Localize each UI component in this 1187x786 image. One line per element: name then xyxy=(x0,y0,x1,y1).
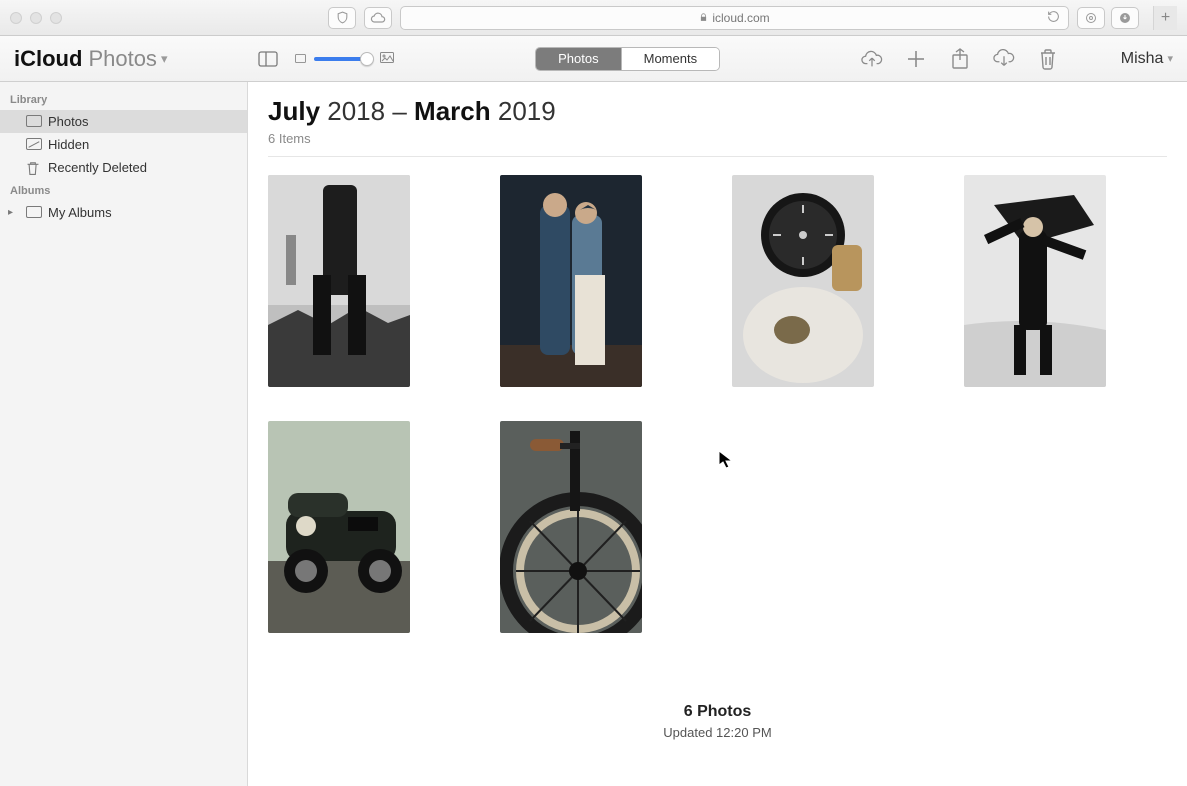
range-separator: – xyxy=(392,96,406,126)
zoom-small-icon xyxy=(295,52,306,66)
view-segmented-control: Photos Moments xyxy=(535,47,720,71)
disclosure-triangle-icon[interactable]: ▸ xyxy=(8,207,13,218)
chevron-down-icon: ▾ xyxy=(1167,52,1173,65)
photo-grid xyxy=(268,175,1167,633)
zoom-track[interactable] xyxy=(314,57,372,61)
trash-icon xyxy=(26,161,42,175)
brand-photos: Photos xyxy=(88,46,157,72)
updated-timestamp: Updated 12:20 PM xyxy=(268,725,1167,740)
album-rect-icon xyxy=(26,206,42,220)
window-zoom-button[interactable] xyxy=(50,12,62,24)
content-area: July 2018 – March 2019 6 Items xyxy=(248,82,1187,786)
account-menu[interactable]: Misha ▾ xyxy=(1121,50,1173,68)
end-year: 2019 xyxy=(498,96,556,126)
icloud-status-button[interactable] xyxy=(364,7,392,29)
thumbnail-zoom-slider[interactable] xyxy=(295,52,394,66)
share-button[interactable] xyxy=(949,48,971,70)
photo-thumbnail[interactable] xyxy=(500,421,642,633)
sidebar-item-label: My Albums xyxy=(48,205,112,220)
zoom-large-icon xyxy=(380,52,394,66)
sidebar-section-header: Library xyxy=(0,88,247,110)
downloads-button[interactable] xyxy=(1111,7,1139,29)
start-month: July xyxy=(268,96,320,126)
sidebar-toggle-button[interactable] xyxy=(255,49,281,69)
address-bar[interactable]: icloud.com xyxy=(400,6,1069,30)
tab-photos[interactable]: Photos xyxy=(536,48,620,70)
sidebar-section-header: Albums xyxy=(0,179,247,201)
photo-thumbnail[interactable] xyxy=(268,421,410,633)
lock-icon xyxy=(699,12,708,23)
window-minimize-button[interactable] xyxy=(30,12,42,24)
sidebar: Library Photos Hidden Recently Deleted A… xyxy=(0,82,248,786)
address-host: icloud.com xyxy=(712,11,769,25)
photo-count: 6 Photos xyxy=(268,703,1167,721)
sidebar-item-label: Photos xyxy=(48,114,88,129)
sidebar-item-my-albums[interactable]: ▸ My Albums xyxy=(0,201,247,224)
photo-thumbnail[interactable] xyxy=(500,175,642,387)
photo-thumbnail[interactable] xyxy=(268,175,410,387)
sidebar-item-photos[interactable]: Photos xyxy=(0,110,247,133)
app-toolbar: iCloud Photos ▾ Photos Moments xyxy=(0,36,1187,82)
sidebar-item-label: Hidden xyxy=(48,137,89,152)
window-traffic-lights xyxy=(10,12,62,24)
start-year: 2018 xyxy=(327,96,385,126)
app-switcher[interactable]: iCloud Photos ▾ xyxy=(14,46,167,72)
brand-icloud: iCloud xyxy=(14,46,82,72)
window-close-button[interactable] xyxy=(10,12,22,24)
chevron-down-icon: ▾ xyxy=(161,51,168,67)
zoom-thumb[interactable] xyxy=(360,52,374,66)
reader-button[interactable] xyxy=(1077,7,1105,29)
hidden-rect-icon xyxy=(26,138,42,152)
sidebar-item-hidden[interactable]: Hidden xyxy=(0,133,247,156)
sidebar-item-label: Recently Deleted xyxy=(48,160,147,175)
upload-button[interactable] xyxy=(861,48,883,70)
end-month: March xyxy=(414,96,491,126)
new-tab-button[interactable]: + xyxy=(1153,6,1177,30)
tab-moments[interactable]: Moments xyxy=(621,48,719,70)
user-name: Misha xyxy=(1121,50,1164,68)
browser-chrome: icloud.com + xyxy=(0,0,1187,36)
item-count: 6 Items xyxy=(268,131,1167,157)
photos-rect-icon xyxy=(26,115,42,129)
add-button[interactable] xyxy=(905,48,927,70)
date-range-title: July 2018 – March 2019 xyxy=(268,96,1167,127)
delete-button[interactable] xyxy=(1037,48,1059,70)
photo-thumbnail[interactable] xyxy=(964,175,1106,387)
photo-thumbnail[interactable] xyxy=(732,175,874,387)
library-summary: 6 Photos Updated 12:20 PM xyxy=(268,703,1167,740)
privacy-report-button[interactable] xyxy=(328,7,356,29)
sidebar-item-recently-deleted[interactable]: Recently Deleted xyxy=(0,156,247,179)
reload-icon[interactable] xyxy=(1047,10,1060,26)
download-button[interactable] xyxy=(993,48,1015,70)
